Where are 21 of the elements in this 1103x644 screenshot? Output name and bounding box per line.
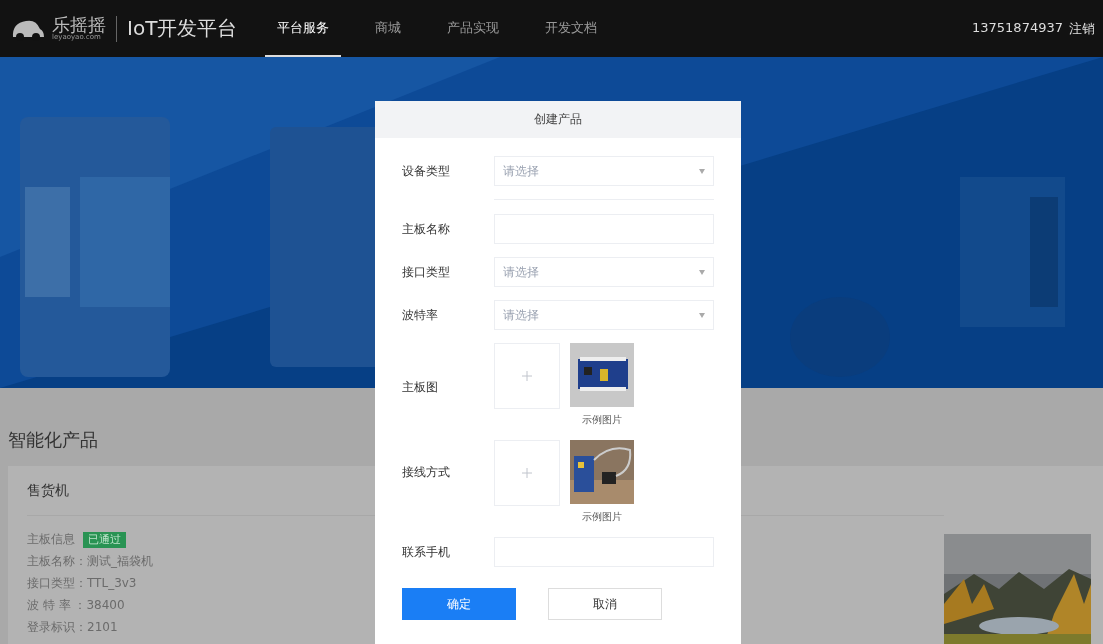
- upload-button[interactable]: [494, 440, 560, 506]
- info-text: 波 特 率 ：38400: [27, 598, 125, 612]
- plus-icon: [522, 468, 532, 478]
- logout-link[interactable]: 注销: [1069, 19, 1095, 38]
- info-text: 登录标识：2101: [27, 620, 118, 634]
- info-text: 主板名称：测试_福袋机: [27, 554, 153, 568]
- info-label: 主板信息: [27, 532, 75, 546]
- info-text: 接口类型：TTL_3v3: [27, 576, 137, 590]
- nav-tab[interactable]: 商城: [363, 0, 414, 57]
- field-label: 接线方式: [402, 464, 451, 481]
- field-label: 联系手机: [402, 543, 451, 561]
- status-badge: 已通过: [83, 532, 126, 548]
- nav-tab[interactable]: 产品实现: [435, 0, 512, 57]
- sample-caption: 示例图片: [582, 413, 622, 427]
- logo-text: 乐摇摇: [52, 16, 106, 34]
- account-number: 13751874937: [972, 19, 1063, 37]
- confirm-button[interactable]: 确定: [402, 588, 516, 620]
- platform-title: IoT开发平台: [127, 15, 238, 42]
- nav-tab[interactable]: 开发文档: [533, 0, 610, 57]
- cancel-button[interactable]: 取消: [548, 588, 662, 620]
- section-title: 智能化产品: [8, 428, 98, 452]
